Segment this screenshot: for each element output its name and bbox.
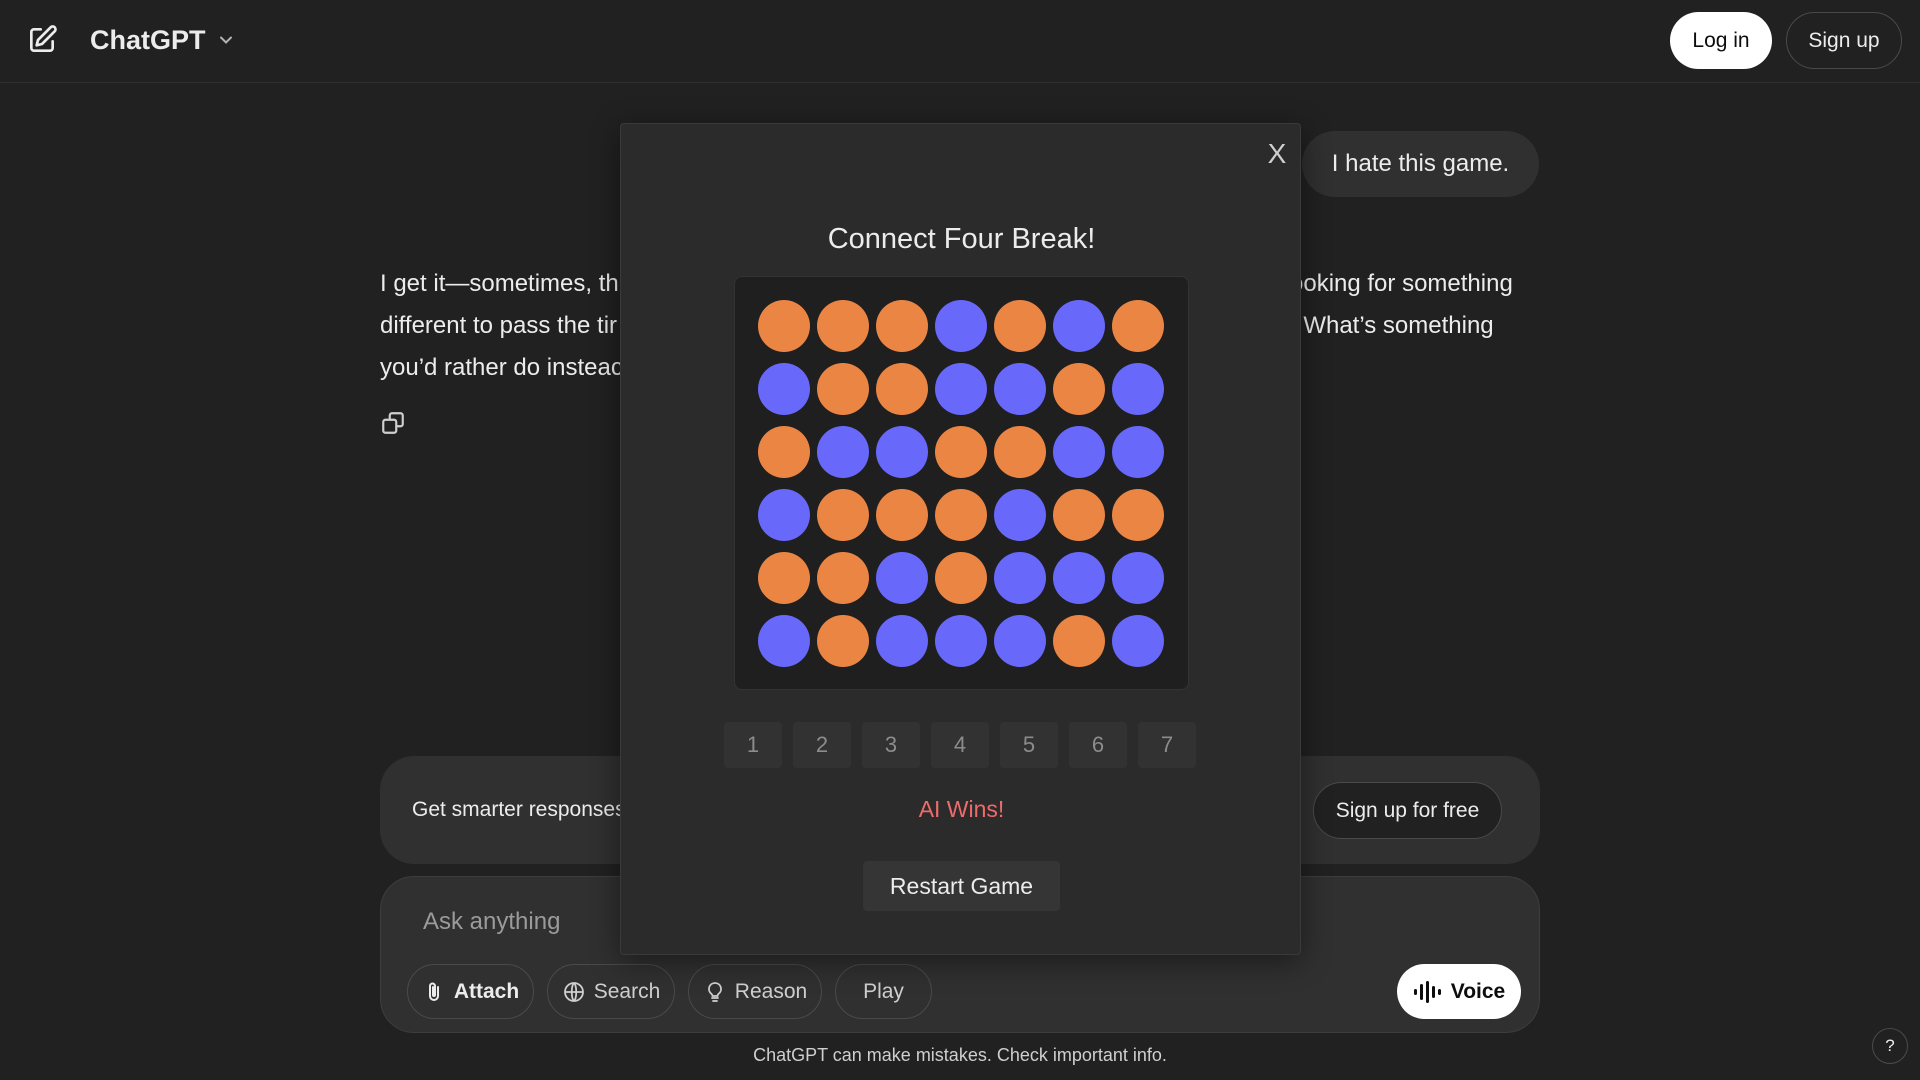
column-button[interactable]: 3 bbox=[862, 722, 920, 768]
attach-label: Attach bbox=[453, 979, 520, 1003]
copy-icon[interactable] bbox=[380, 410, 406, 436]
model-name: ChatGPT bbox=[90, 24, 206, 55]
close-button[interactable]: X bbox=[1261, 136, 1293, 172]
assistant-line: different to pass the tir bbox=[380, 312, 618, 339]
column-button[interactable]: 5 bbox=[1000, 722, 1058, 768]
game-title: Connect Four Break! bbox=[827, 223, 1096, 255]
assistant-line: ooking for something bbox=[1290, 270, 1513, 297]
board-disc bbox=[1112, 363, 1164, 415]
board-disc bbox=[817, 615, 869, 667]
board-disc bbox=[935, 552, 987, 604]
column-button[interactable]: 2 bbox=[793, 722, 851, 768]
signup-free-button[interactable]: Sign up for free bbox=[1313, 782, 1502, 839]
board-disc bbox=[758, 300, 810, 352]
board-disc bbox=[935, 426, 987, 478]
play-label: Play bbox=[863, 979, 904, 1003]
board-disc bbox=[1112, 615, 1164, 667]
play-button[interactable]: Play bbox=[835, 964, 932, 1019]
paperclip-icon bbox=[428, 982, 439, 1001]
board-disc bbox=[935, 300, 987, 352]
new-chat-icon[interactable] bbox=[26, 24, 58, 56]
restart-game-button[interactable]: Restart Game bbox=[863, 861, 1060, 911]
attach-button[interactable]: Attach bbox=[407, 964, 534, 1019]
board-disc bbox=[876, 426, 928, 478]
board-disc bbox=[876, 363, 928, 415]
board-disc bbox=[994, 300, 1046, 352]
column-button[interactable]: 1 bbox=[724, 722, 782, 768]
board-disc bbox=[758, 363, 810, 415]
reason-label: Reason bbox=[734, 979, 808, 1003]
board-disc bbox=[994, 552, 1046, 604]
lightbulb-icon bbox=[707, 981, 722, 1002]
board-disc bbox=[1053, 426, 1105, 478]
column-button[interactable]: 7 bbox=[1138, 722, 1196, 768]
disclaimer: ChatGPT can make mistakes. Check importa… bbox=[753, 1045, 1167, 1065]
board-disc bbox=[1112, 552, 1164, 604]
board-disc bbox=[817, 363, 869, 415]
game-result: AI Wins! bbox=[918, 796, 1005, 822]
board-disc bbox=[758, 552, 810, 604]
board-disc bbox=[758, 489, 810, 541]
board-disc bbox=[935, 489, 987, 541]
game-modal: X Connect Four Break! 1234567 AI Wins! R… bbox=[620, 123, 1301, 955]
board-disc bbox=[817, 489, 869, 541]
signup-button[interactable]: Sign up bbox=[1786, 12, 1902, 69]
board-disc bbox=[876, 552, 928, 604]
column-button[interactable]: 6 bbox=[1069, 722, 1127, 768]
board-disc bbox=[1053, 300, 1105, 352]
board-disc bbox=[994, 363, 1046, 415]
board-disc bbox=[1053, 489, 1105, 541]
chevron-down-icon bbox=[219, 36, 232, 44]
globe-icon bbox=[563, 981, 584, 1002]
board-disc bbox=[1112, 426, 1164, 478]
help-button[interactable]: ? bbox=[1872, 1028, 1908, 1064]
login-button[interactable]: Log in bbox=[1670, 12, 1772, 69]
board-disc bbox=[876, 300, 928, 352]
game-board bbox=[734, 276, 1189, 690]
assistant-line: . What’s something bbox=[1290, 312, 1494, 339]
reason-button[interactable]: Reason bbox=[688, 964, 822, 1019]
assistant-line: I get it—sometimes, th bbox=[380, 270, 619, 297]
voice-button[interactable]: Voice bbox=[1397, 964, 1521, 1019]
board-disc bbox=[758, 426, 810, 478]
board-disc bbox=[817, 426, 869, 478]
search-button[interactable]: Search bbox=[547, 964, 675, 1019]
board-disc bbox=[1053, 552, 1105, 604]
board-disc bbox=[817, 552, 869, 604]
board-disc bbox=[817, 300, 869, 352]
board-disc bbox=[876, 615, 928, 667]
board-disc bbox=[876, 489, 928, 541]
board-disc bbox=[1112, 489, 1164, 541]
voice-label: Voice bbox=[1450, 979, 1506, 1003]
top-bar: ChatGPT Log in Sign up bbox=[0, 0, 1920, 83]
board-disc bbox=[1112, 300, 1164, 352]
board-disc bbox=[935, 615, 987, 667]
board-disc bbox=[1053, 363, 1105, 415]
board-disc bbox=[935, 363, 987, 415]
upsell-text: Get smarter responses bbox=[412, 798, 626, 821]
assistant-line: you’d rather do insteac bbox=[380, 354, 623, 381]
search-label: Search bbox=[593, 979, 661, 1003]
model-switcher[interactable]: ChatGPT bbox=[90, 22, 236, 58]
board-disc bbox=[994, 489, 1046, 541]
column-button[interactable]: 4 bbox=[931, 722, 989, 768]
board-disc bbox=[994, 615, 1046, 667]
voice-waveform-icon bbox=[1413, 980, 1441, 1003]
board-disc bbox=[758, 615, 810, 667]
user-message: I hate this game. bbox=[1302, 131, 1539, 197]
board-disc bbox=[1053, 615, 1105, 667]
board-disc bbox=[994, 426, 1046, 478]
